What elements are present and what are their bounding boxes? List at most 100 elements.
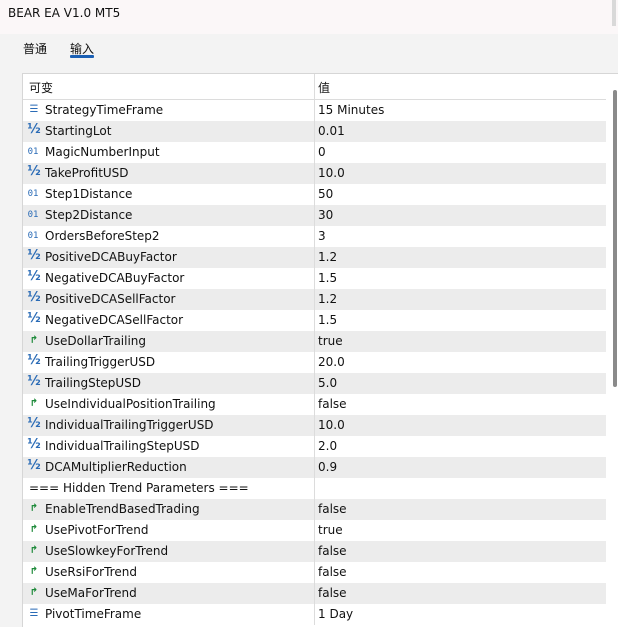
bool-icon: ↱	[29, 587, 39, 598]
cell-divider	[314, 478, 315, 499]
row-value[interactable]: false	[318, 397, 347, 411]
row-value[interactable]: 1.2	[318, 250, 337, 264]
half-icon: ½	[27, 311, 41, 326]
table-row[interactable]: ½ IndividualTrailingStepUSD 2.0	[23, 436, 606, 457]
table-row[interactable]: ½ PositiveDCASellFactor 1.2	[23, 289, 606, 310]
row-value[interactable]: 20.0	[318, 355, 345, 369]
cell-divider	[314, 457, 315, 478]
row-value[interactable]: true	[318, 523, 343, 537]
row-value[interactable]: 3	[318, 229, 326, 243]
bool-icon: ↱	[29, 335, 39, 346]
row-variable-name: IndividualTrailingTriggerUSD	[45, 418, 214, 432]
half-icon: ½	[27, 164, 41, 179]
column-divider[interactable]	[314, 74, 315, 99]
table-row[interactable]: 01 Step2Distance 30	[23, 205, 606, 226]
row-value[interactable]: true	[318, 334, 343, 348]
table-row[interactable]: ↱ UseRsiForTrend false	[23, 562, 606, 583]
row-variable-name: NegativeDCASellFactor	[45, 313, 184, 327]
row-value[interactable]: 5.0	[318, 376, 337, 390]
title-bar: BEAR EA V1.0 MT5	[0, 0, 618, 34]
table-row[interactable]: ½ TakeProfitUSD 10.0	[23, 163, 606, 184]
row-variable-name: === Hidden Trend Parameters ===	[29, 481, 249, 495]
row-variable-name: UseIndividualPositionTrailing	[45, 397, 216, 411]
table-row[interactable]: ½ IndividualTrailingTriggerUSD 10.0	[23, 415, 606, 436]
row-value[interactable]: 0.01	[318, 124, 345, 138]
table-row[interactable]: ½ TrailingStepUSD 5.0	[23, 373, 606, 394]
cell-divider	[314, 205, 315, 226]
table-row[interactable]: === Hidden Trend Parameters ===	[23, 478, 606, 499]
column-header-variable[interactable]: 可变	[29, 79, 53, 96]
row-value[interactable]: 30	[318, 208, 333, 222]
row-variable-name: UsePivotForTrend	[45, 523, 149, 537]
half-icon: ½	[27, 248, 41, 263]
table-row[interactable]: ↱ UseMaForTrend false	[23, 583, 606, 604]
integer-icon: 01	[27, 189, 39, 199]
table-row[interactable]: ↱ UseSlowkeyForTrend false	[23, 541, 606, 562]
row-value[interactable]: 1.2	[318, 292, 337, 306]
column-header-value[interactable]: 值	[318, 79, 330, 96]
table-row[interactable]: 01 MagicNumberInput 0	[23, 142, 606, 163]
table-row[interactable]: 01 OrdersBeforeStep2 3	[23, 226, 606, 247]
scrollbar-thumb[interactable]	[613, 90, 617, 387]
tab-common[interactable]: 普通	[23, 40, 47, 57]
row-value[interactable]: 2.0	[318, 439, 337, 453]
table-row[interactable]: ↱ UsePivotForTrend true	[23, 520, 606, 541]
table-row[interactable]: ½ PositiveDCABuyFactor 1.2	[23, 247, 606, 268]
table-row[interactable]: ½ NegativeDCASellFactor 1.5	[23, 310, 606, 331]
cell-divider	[314, 163, 315, 184]
integer-icon: 01	[27, 147, 39, 157]
table-row[interactable]: ↱ UseDollarTrailing true	[23, 331, 606, 352]
bool-icon: ↱	[29, 398, 39, 409]
window-title: BEAR EA V1.0 MT5	[8, 6, 121, 20]
cell-divider	[314, 310, 315, 331]
half-icon: ½	[27, 353, 41, 368]
row-value[interactable]: false	[318, 565, 347, 579]
table-row[interactable]: ½ StartingLot 0.01	[23, 121, 606, 142]
integer-icon: 01	[27, 231, 39, 241]
row-variable-name: StrategyTimeFrame	[45, 103, 164, 117]
table-row[interactable]: ½ NegativeDCABuyFactor 1.5	[23, 268, 606, 289]
active-tab-indicator	[70, 55, 94, 58]
table-row[interactable]: ☰ StrategyTimeFrame 15 Minutes	[23, 100, 606, 121]
integer-icon: 01	[27, 210, 39, 220]
row-value[interactable]: false	[318, 586, 347, 600]
row-variable-name: Step2Distance	[45, 208, 133, 222]
table-row[interactable]: ↱ UseIndividualPositionTrailing false	[23, 394, 606, 415]
row-variable-name: DCAMultiplierReduction	[45, 460, 187, 474]
half-icon: ½	[27, 122, 41, 137]
row-variable-name: IndividualTrailingStepUSD	[45, 439, 200, 453]
cell-divider	[314, 247, 315, 268]
row-value[interactable]: 10.0	[318, 418, 345, 432]
row-variable-name: TrailingStepUSD	[45, 376, 142, 390]
row-value[interactable]: 1 Day	[318, 607, 353, 621]
table-row[interactable]: 01 Step1Distance 50	[23, 184, 606, 205]
inputs-table-panel: 可变 值 ☰ StrategyTimeFrame 15 Minutes ½ Starti…	[22, 73, 618, 627]
table-row[interactable]: ½ TrailingTriggerUSD 20.0	[23, 352, 606, 373]
row-value[interactable]: 15 Minutes	[318, 103, 384, 117]
row-value[interactable]: 10.0	[318, 166, 345, 180]
bool-icon: ↱	[29, 524, 39, 535]
row-value[interactable]: false	[318, 502, 347, 516]
table-row[interactable]: ☰ PivotTimeFrame 1 Day	[23, 604, 606, 625]
row-value[interactable]: 0	[318, 145, 326, 159]
bool-icon: ↱	[29, 545, 39, 556]
row-variable-name: TakeProfitUSD	[45, 166, 129, 180]
cell-divider	[314, 268, 315, 289]
row-variable-name: UseDollarTrailing	[45, 334, 147, 348]
cell-divider	[314, 331, 315, 352]
table-row[interactable]: ↱ EnableTrendBasedTrading false	[23, 499, 606, 520]
row-variable-name: MagicNumberInput	[45, 145, 160, 159]
title-scrollbar	[612, 0, 616, 26]
tab-bar: 普通 输入	[0, 34, 618, 64]
half-icon: ½	[27, 458, 41, 473]
row-value[interactable]: false	[318, 544, 347, 558]
cell-divider	[314, 583, 315, 604]
cell-divider	[314, 100, 315, 121]
row-value[interactable]: 1.5	[318, 313, 337, 327]
row-value[interactable]: 50	[318, 187, 333, 201]
row-value[interactable]: 1.5	[318, 271, 337, 285]
cell-divider	[314, 394, 315, 415]
table-row[interactable]: ½ DCAMultiplierReduction 0.9	[23, 457, 606, 478]
cell-divider	[314, 562, 315, 583]
row-value[interactable]: 0.9	[318, 460, 337, 474]
